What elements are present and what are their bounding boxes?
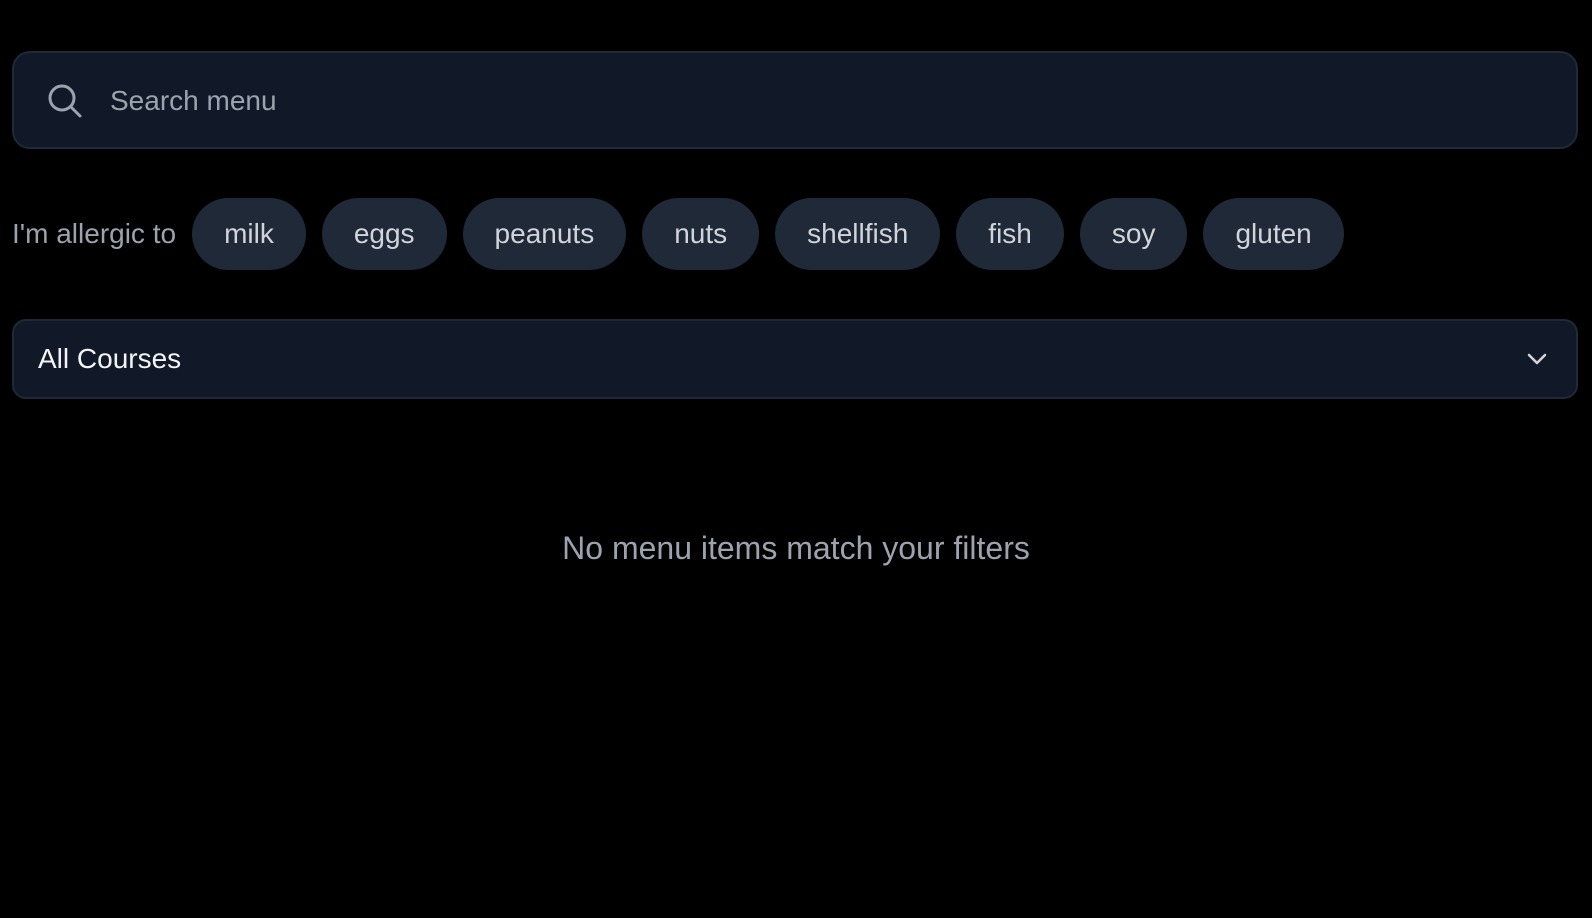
allergen-filter-row: I'm allergic to milk eggs peanuts nuts s… bbox=[12, 198, 1344, 270]
search-icon bbox=[48, 84, 82, 118]
search-box[interactable] bbox=[12, 51, 1578, 149]
chevron-down-icon bbox=[1527, 353, 1547, 365]
empty-state-message: No menu items match your filters bbox=[562, 530, 1030, 566]
allergen-chip-gluten[interactable]: gluten bbox=[1203, 198, 1344, 270]
course-select-value: All Courses bbox=[38, 343, 182, 374]
allergen-chip-fish[interactable]: fish bbox=[956, 198, 1064, 270]
allergen-chip-eggs[interactable]: eggs bbox=[321, 198, 447, 270]
allergen-label: I'm allergic to bbox=[12, 218, 177, 249]
allergen-chip-soy[interactable]: soy bbox=[1079, 198, 1188, 270]
menu-page: I'm allergic to milk eggs peanuts nuts s… bbox=[0, 0, 1592, 918]
allergen-chip-list: milk eggs peanuts nuts shellfish fish so… bbox=[192, 198, 1344, 270]
allergen-chip-peanuts[interactable]: peanuts bbox=[462, 198, 627, 270]
allergen-chip-milk[interactable]: milk bbox=[192, 198, 306, 270]
course-select[interactable]: All Courses bbox=[12, 319, 1578, 399]
search-input[interactable] bbox=[110, 73, 1530, 129]
allergen-chip-shellfish[interactable]: shellfish bbox=[775, 198, 941, 270]
allergen-chip-nuts[interactable]: nuts bbox=[642, 198, 760, 270]
